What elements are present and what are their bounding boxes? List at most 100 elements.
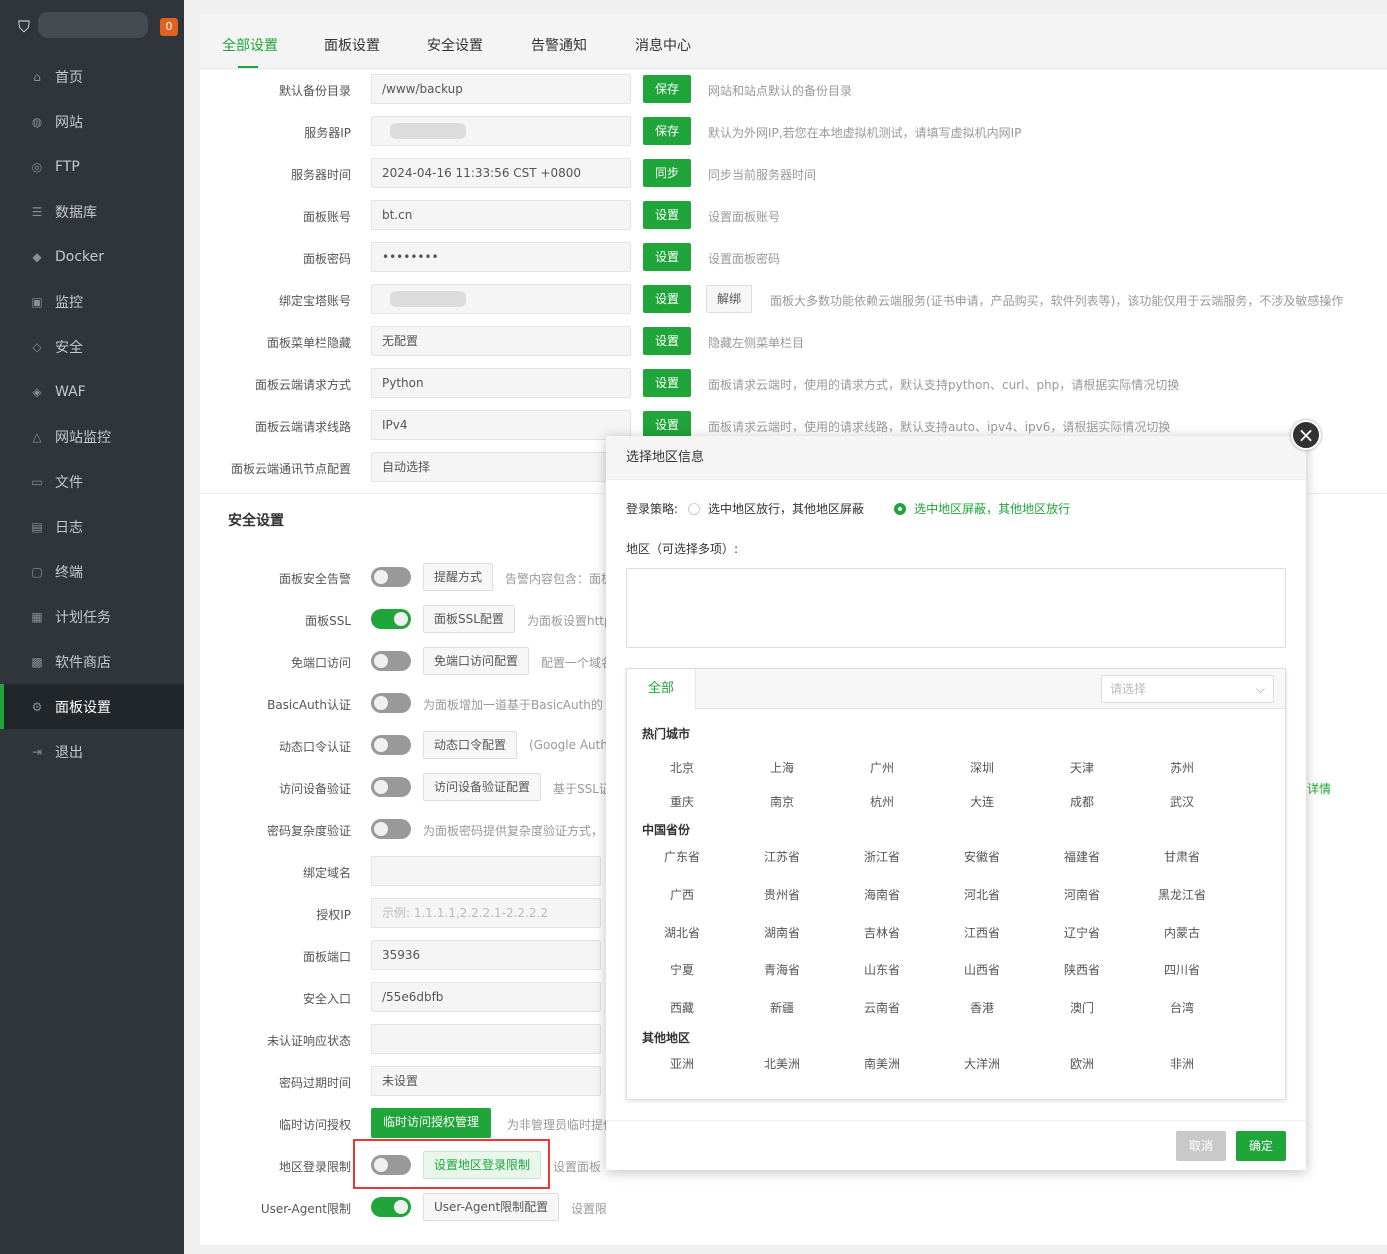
sidebar-item-waf[interactable]: ◈ WAF (0, 369, 184, 414)
setting-action-button[interactable]: 同步 (643, 159, 692, 187)
selected-areas-box[interactable] (626, 568, 1286, 648)
region-option[interactable]: 深圳 (932, 759, 1032, 776)
region-option[interactable]: 欧洲 (1032, 1055, 1132, 1072)
setting-action-button[interactable]: 保存 (643, 75, 692, 103)
region-option[interactable]: 非洲 (1132, 1055, 1232, 1072)
toggle-switch[interactable] (371, 567, 411, 587)
toggle-switch[interactable] (371, 1197, 411, 1217)
region-option[interactable]: 四川省 (1132, 961, 1232, 978)
region-option[interactable]: 天津 (1032, 759, 1132, 776)
region-option[interactable]: 南美洲 (832, 1055, 932, 1072)
setting-input[interactable]: IPv4 (371, 410, 631, 440)
security-input[interactable] (371, 1024, 601, 1054)
sidebar-item-docker[interactable]: ◆ Docker (0, 234, 184, 279)
option-allow-label[interactable]: 选中地区放行，其他地区屏蔽 (708, 500, 864, 517)
picker-tab-all[interactable]: 全部 (627, 669, 696, 710)
setting-action-button[interactable]: 设置 (643, 201, 692, 229)
region-option[interactable]: 福建省 (1032, 848, 1132, 865)
region-option[interactable]: 上海 (732, 759, 832, 776)
sidebar-item-shield[interactable]: ◇ 安全 (0, 324, 184, 369)
region-option[interactable]: 贵州省 (732, 886, 832, 903)
region-option[interactable]: 北京 (632, 759, 732, 776)
setting-input[interactable]: •••••••• (371, 242, 631, 272)
region-option[interactable]: 甘肃省 (1132, 848, 1232, 865)
region-option[interactable]: 广州 (832, 759, 932, 776)
region-option[interactable]: 湖北省 (632, 924, 732, 941)
security-input[interactable]: 35936 (371, 940, 601, 970)
toggle-switch[interactable] (371, 735, 411, 755)
toggle-switch[interactable] (371, 693, 411, 713)
security-config-button[interactable]: 访问设备验证配置 (423, 773, 542, 801)
region-option[interactable]: 山西省 (932, 961, 1032, 978)
setting-action-button[interactable]: 设置 (643, 369, 692, 397)
setting-action-button[interactable]: 保存 (643, 117, 692, 145)
toggle-switch[interactable] (371, 777, 411, 797)
setting-input[interactable]: /www/backup (371, 74, 631, 104)
region-option[interactable]: 宁夏 (632, 961, 732, 978)
sidebar-item-apps[interactable]: ▩ 软件商店 (0, 639, 184, 684)
toggle-switch[interactable] (371, 819, 411, 839)
setting-input[interactable]: Python (371, 368, 631, 398)
setting-action-button[interactable]: 设置 (643, 285, 692, 313)
region-select[interactable]: 请选择 ⌵ (1101, 675, 1274, 703)
toggle-switch[interactable] (371, 609, 411, 629)
region-option[interactable]: 湖南省 (732, 924, 832, 941)
tab-panel-settings[interactable]: 面板设置 (324, 35, 380, 55)
setting-action-button[interactable]: 设置 (643, 327, 692, 355)
region-option[interactable]: 澳门 (1032, 999, 1132, 1016)
details-link[interactable]: 详情 (1307, 780, 1331, 797)
radio-block-selected[interactable] (894, 502, 907, 515)
confirm-button[interactable]: 确定 (1236, 1131, 1286, 1161)
tab-all-settings[interactable]: 全部设置 (222, 35, 278, 55)
tab-security-settings[interactable]: 安全设置 (427, 35, 483, 55)
option-block-label[interactable]: 选中地区屏蔽，其他地区放行 (914, 500, 1070, 517)
region-option[interactable]: 苏州 (1132, 759, 1232, 776)
sidebar-item-calendar[interactable]: ▦ 计划任务 (0, 594, 184, 639)
sidebar-item-terminal[interactable]: ▢ 终端 (0, 549, 184, 594)
region-option[interactable]: 亚洲 (632, 1055, 732, 1072)
security-input[interactable]: /55e6dbfb (371, 982, 601, 1012)
region-option[interactable]: 杭州 (832, 793, 932, 810)
region-option[interactable]: 云南省 (832, 999, 932, 1016)
region-option[interactable]: 海南省 (832, 886, 932, 903)
sidebar-item-globe[interactable]: ◍ 网站 (0, 99, 184, 144)
sidebar-item-gear[interactable]: ⚙ 面板设置 (0, 684, 184, 729)
region-option[interactable]: 山东省 (832, 961, 932, 978)
region-option[interactable]: 广西 (632, 886, 732, 903)
security-input[interactable]: 示例: 1.1.1.1,2.2.2.1-2.2.2.2 (371, 898, 601, 928)
radio-allow-selected[interactable] (688, 502, 701, 515)
region-option[interactable]: 重庆 (632, 793, 732, 810)
setting-input[interactable]: 自动选择 (371, 452, 631, 482)
region-option[interactable]: 台湾 (1132, 999, 1232, 1016)
region-option[interactable]: 内蒙古 (1132, 924, 1232, 941)
security-config-button[interactable]: 免端口访问配置 (423, 647, 530, 675)
security-config-button[interactable]: 动态口令配置 (423, 731, 518, 759)
sidebar-item-site-monitor[interactable]: △ 网站监控 (0, 414, 184, 459)
sidebar-item-log[interactable]: ▤ 日志 (0, 504, 184, 549)
setting-input[interactable]: 无配置 (371, 326, 631, 356)
tab-message-center[interactable]: 消息中心 (635, 35, 691, 55)
region-option[interactable]: 新疆 (732, 999, 832, 1016)
temp-access-button[interactable]: 临时访问授权管理 (371, 1108, 492, 1138)
security-config-button[interactable]: User-Agent限制配置 (423, 1193, 560, 1221)
setting-action-button[interactable]: 设置 (643, 243, 692, 271)
sidebar-item-database[interactable]: ☰ 数据库 (0, 189, 184, 234)
region-option[interactable]: 浙江省 (832, 848, 932, 865)
security-input[interactable] (371, 856, 601, 886)
sidebar-item-folder[interactable]: ▭ 文件 (0, 459, 184, 504)
region-option[interactable]: 北美洲 (732, 1055, 832, 1072)
close-icon[interactable]: × (1291, 420, 1321, 450)
cancel-button[interactable]: 取消 (1176, 1131, 1226, 1161)
region-option[interactable]: 广东省 (632, 848, 732, 865)
region-option[interactable]: 西藏 (632, 999, 732, 1016)
unbind-button[interactable]: 解绑 (706, 285, 753, 313)
region-option[interactable]: 武汉 (1132, 793, 1232, 810)
sidebar-item-ftp[interactable]: ◎ FTP (0, 144, 184, 189)
region-option[interactable]: 大连 (932, 793, 1032, 810)
region-option[interactable]: 江苏省 (732, 848, 832, 865)
region-option[interactable]: 河北省 (932, 886, 1032, 903)
sidebar-item-logout[interactable]: ⇥ 退出 (0, 729, 184, 774)
region-option[interactable]: 大洋洲 (932, 1055, 1032, 1072)
setting-action-button[interactable]: 设置 (643, 411, 692, 439)
region-option[interactable]: 江西省 (932, 924, 1032, 941)
